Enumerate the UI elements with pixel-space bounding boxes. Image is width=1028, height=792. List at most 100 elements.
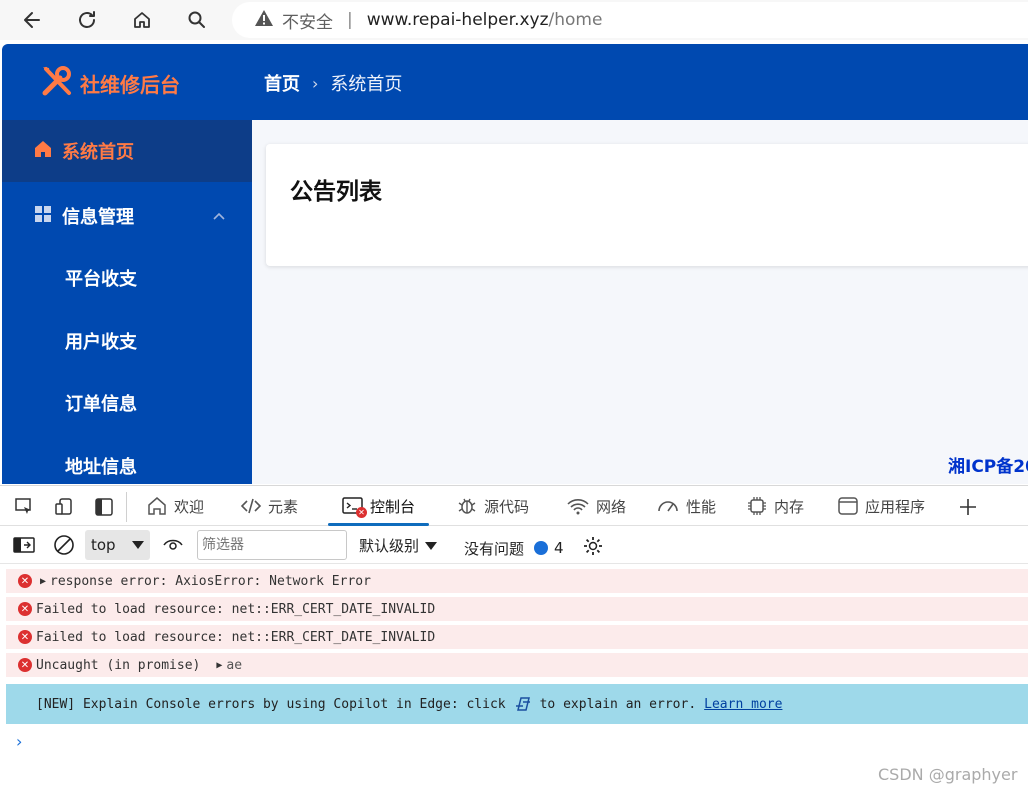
console-icon: ✕ [342,496,367,518]
refresh-icon[interactable] [73,6,101,34]
issues-label: 没有问题 [464,539,525,558]
inspect-element-icon[interactable] [13,496,35,518]
devtools-panel: 欢迎 元素 ✕ 控制台 源代码 网络 性能 内存 应用程序 top 筛选器 默认… [0,485,1028,792]
error-icon: ✕ [18,574,32,588]
log-suffix[interactable]: ae [226,658,242,673]
error-icon: ✕ [18,630,32,644]
log-message: Uncaught (in promise) [36,657,201,673]
copilot-banner: [NEW] Explain Console errors by using Co… [6,684,1028,724]
tab-label: 网络 [596,497,627,516]
warning-triangle-icon[interactable] [254,9,274,32]
security-label[interactable]: 不安全 [282,8,333,33]
url-host: www.repai-helper.xyz [366,10,549,30]
clear-console-icon[interactable] [53,534,75,556]
log-message: Failed to load resource: net::ERR_CERT_D… [36,601,436,617]
divider [126,492,127,522]
back-arrow-icon[interactable] [18,6,46,34]
app-header: 社维修后台 首页 › 系统首页 [2,44,1028,120]
tab-memory[interactable]: 内存 [746,486,804,526]
issues-count: 4 [554,539,564,557]
icp-link[interactable]: 湘ICP备20 [948,452,1028,477]
web-app: 社维修后台 首页 › 系统首页 系统首页 信息管理 平台收支 用户收支 订单信息… [2,44,1028,484]
chip-icon [746,496,768,516]
message-bubble-icon [534,541,549,555]
tab-welcome[interactable]: 欢迎 [146,486,204,526]
console-prompt[interactable]: › [16,732,22,751]
chevron-up-icon[interactable] [212,206,226,225]
home-icon[interactable] [128,6,156,34]
eye-icon[interactable] [162,534,184,556]
filter-input[interactable] [197,530,347,560]
error-badge-icon: ✕ [356,507,367,518]
chevron-right-icon: › [312,73,319,93]
tab-elements[interactable]: 元素 [240,486,298,526]
code-icon [240,496,262,516]
url-separator: | [347,10,353,30]
sidebar-group-info-management[interactable]: 信息管理 [2,192,252,240]
devtools-tabbar: 欢迎 元素 ✕ 控制台 源代码 网络 性能 内存 应用程序 [0,486,1028,526]
card-title: 公告列表 [290,179,382,205]
context-value: top [91,536,116,554]
tab-label: 性能 [686,497,717,516]
logo-text: 社维修后台 [80,72,180,97]
dropdown-triangle-icon [131,536,144,554]
sidebar-item-label: 系统首页 [62,142,134,163]
error-icon: ✕ [18,602,32,616]
url-path: /home [548,10,603,30]
app-window-icon [837,496,859,516]
tab-network[interactable]: 网络 [566,486,626,526]
levels-label: 默认级别 [359,537,420,555]
console-toolbar: top 默认级别 没有问题 4 [0,526,1028,564]
gauge-icon [656,496,680,516]
dock-side-icon[interactable] [93,496,115,518]
tab-sources[interactable]: 源代码 [456,486,529,526]
tab-application[interactable]: 应用程序 [837,486,925,526]
tab-label: 内存 [774,497,805,516]
home-filled-icon [34,140,52,162]
wrench-screwdriver-icon [40,64,74,102]
grid-icon [34,205,52,227]
sidebar-item-user-finance[interactable]: 用户收支 [65,328,137,354]
browser-toolbar: 不安全 | www.repai-helper.xyz/home [0,0,1028,40]
tab-label: 欢迎 [174,497,205,516]
bug-icon [456,496,478,516]
issues-counter[interactable]: 没有问题 4 [464,535,604,561]
sidebar-group-label: 信息管理 [62,207,134,228]
log-message: response error: AxiosError: Network Erro… [50,573,371,589]
home-icon [146,496,168,516]
copilot-suffix: to explain an error. [539,696,697,712]
console-error-row[interactable]: ✕ Uncaught (in promise) ▶ ae [6,653,1028,677]
search-icon[interactable] [183,6,211,34]
sidebar-item-address-info[interactable]: 地址信息 [65,453,137,479]
device-emulation-icon[interactable] [53,496,75,518]
tab-label: 应用程序 [865,497,926,516]
tab-console[interactable]: ✕ 控制台 [328,486,430,526]
error-icon: ✕ [18,658,32,672]
sidebar-item-order-info[interactable]: 订单信息 [65,390,137,416]
context-selector[interactable]: top [85,530,150,560]
expand-triangle-icon[interactable]: ▶ [216,660,222,671]
add-tab-icon[interactable] [957,496,979,518]
console-error-row[interactable]: ✕ ▶ response error: AxiosError: Network … [6,569,1028,593]
tab-label: 源代码 [484,497,530,516]
console-error-row[interactable]: ✕ Failed to load resource: net::ERR_CERT… [6,597,1028,621]
copilot-icon[interactable] [514,696,532,712]
main-content: 公告列表 湘ICP备20 [252,120,1028,484]
tab-label: 控制台 [370,497,416,516]
sidebar-item-platform-finance[interactable]: 平台收支 [65,265,137,291]
breadcrumb-home[interactable]: 首页 [264,70,300,96]
tab-performance[interactable]: 性能 [656,486,716,526]
address-bar[interactable]: 不安全 | www.repai-helper.xyz/home [232,2,1028,38]
sidebar-item-dashboard[interactable]: 系统首页 [2,120,252,182]
wifi-icon [566,496,590,516]
sidebar-toggle-icon[interactable] [13,534,35,556]
app-logo[interactable]: 社维修后台 [40,64,180,102]
expand-triangle-icon[interactable]: ▶ [40,576,46,587]
learn-more-link[interactable]: Learn more [704,697,782,712]
console-error-row[interactable]: ✕ Failed to load resource: net::ERR_CERT… [6,625,1028,649]
gear-icon[interactable] [582,535,604,561]
breadcrumb-current: 系统首页 [330,74,403,95]
tab-label: 元素 [268,497,299,516]
log-levels-dropdown[interactable]: 默认级别 [359,535,438,556]
announcement-card: 公告列表 [266,144,1028,266]
